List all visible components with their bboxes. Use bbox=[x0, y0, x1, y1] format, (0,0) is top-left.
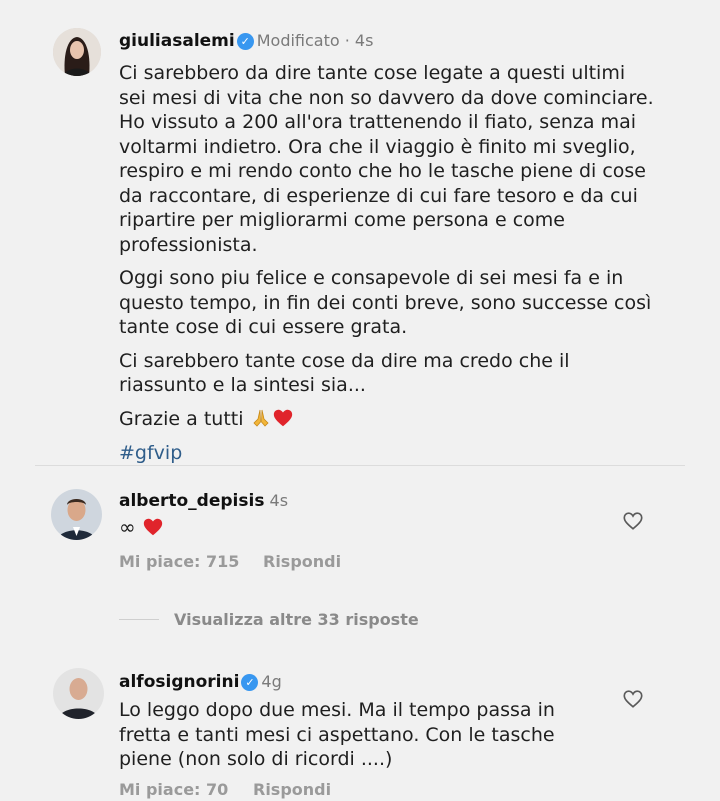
post-time: 4s bbox=[354, 31, 374, 50]
avatar-image bbox=[51, 489, 102, 540]
comment-1-likes[interactable]: Mi piace: 715 bbox=[119, 552, 239, 571]
edited-label: Modificato bbox=[256, 31, 340, 50]
comment-1-reply-button[interactable]: Rispondi bbox=[263, 552, 341, 571]
comment-1-text: ∞ bbox=[119, 515, 136, 539]
comment-2-text: Lo leggo dopo due mesi. Ma il tempo pass… bbox=[119, 699, 555, 770]
verified-badge-icon: ✓ bbox=[241, 674, 259, 691]
red-heart-emoji-icon bbox=[142, 516, 164, 543]
caption-paragraph-3: Ci sarebbero tante cose da dire ma credo… bbox=[119, 349, 570, 397]
avatar-alfosignorini[interactable] bbox=[53, 668, 104, 719]
comment-1-time: 4s bbox=[269, 491, 289, 510]
avatar-image bbox=[53, 668, 104, 719]
view-more-replies-line bbox=[119, 619, 159, 620]
comment-2-reply-button[interactable]: Rispondi bbox=[253, 780, 331, 799]
avatar-alberto-depisis[interactable] bbox=[51, 489, 102, 540]
avatar-image bbox=[53, 28, 101, 76]
comment-1-body: ∞ bbox=[119, 515, 164, 543]
avatar-giuliasalemi[interactable] bbox=[53, 28, 101, 76]
red-heart-emoji-icon bbox=[272, 407, 294, 436]
comment-2-time: 4g bbox=[261, 672, 282, 691]
caption-thanks: Grazie a tutti bbox=[119, 407, 654, 436]
caption-paragraph-2: Oggi sono piu felice e consapevole di se… bbox=[119, 267, 652, 338]
comment-1-header: alberto_depisis 4s bbox=[119, 491, 288, 511]
view-more-replies-button[interactable]: Visualizza altre 33 risposte bbox=[174, 610, 419, 629]
comment-2-username[interactable]: alfosignorini bbox=[119, 672, 239, 692]
comment-1-username[interactable]: alberto_depisis bbox=[119, 491, 264, 511]
post-username[interactable]: giuliasalemi bbox=[119, 31, 235, 51]
separator-dot: · bbox=[339, 31, 355, 50]
thanks-text: Grazie a tutti bbox=[119, 407, 244, 430]
like-comment-2-heart-icon[interactable] bbox=[622, 688, 644, 710]
post-caption: Ci sarebbero da dire tante cose legate a… bbox=[119, 61, 654, 475]
hashtag-gfvip[interactable]: #gfvip bbox=[119, 441, 654, 466]
verified-badge-icon: ✓ bbox=[236, 33, 254, 50]
post-header: giuliasalemi ✓ Modificato · 4s bbox=[119, 31, 373, 51]
like-comment-1-heart-icon[interactable] bbox=[622, 510, 644, 532]
post-divider bbox=[35, 465, 685, 466]
caption-paragraph-1: Ci sarebbero da dire tante cose legate a… bbox=[119, 62, 654, 256]
pray-emoji-icon bbox=[250, 407, 272, 436]
comment-2-likes[interactable]: Mi piace: 70 bbox=[119, 780, 228, 799]
comment-2-header: alfosignorini ✓ 4g bbox=[119, 672, 282, 692]
